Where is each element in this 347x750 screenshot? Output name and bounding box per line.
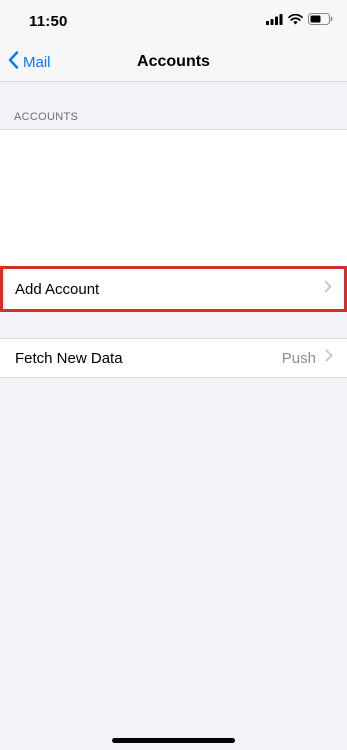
status-time: 11:50 — [29, 13, 68, 30]
section-header-accounts: ACCOUNTS — [14, 111, 79, 123]
page-title: Accounts — [137, 53, 210, 70]
fetch-new-data-label: Fetch New Data — [15, 349, 123, 367]
battery-icon — [308, 12, 333, 30]
status-icons — [266, 12, 333, 30]
fetch-new-data-detail: Push — [282, 349, 333, 367]
add-account-row[interactable]: Add Account — [0, 266, 347, 312]
fetch-new-data-value: Push — [281, 349, 316, 367]
home-indicator[interactable] — [112, 738, 235, 743]
chevron-right-icon — [324, 280, 332, 298]
navigation-bar: Mail Accounts — [0, 44, 347, 82]
fetch-new-data-row[interactable]: Fetch New Data Push — [0, 338, 347, 378]
signal-icon — [266, 12, 283, 30]
wifi-icon — [288, 12, 303, 30]
status-bar: 11:50 — [0, 0, 347, 44]
add-account-label: Add Account — [15, 280, 100, 298]
chevron-right-icon — [325, 349, 333, 367]
